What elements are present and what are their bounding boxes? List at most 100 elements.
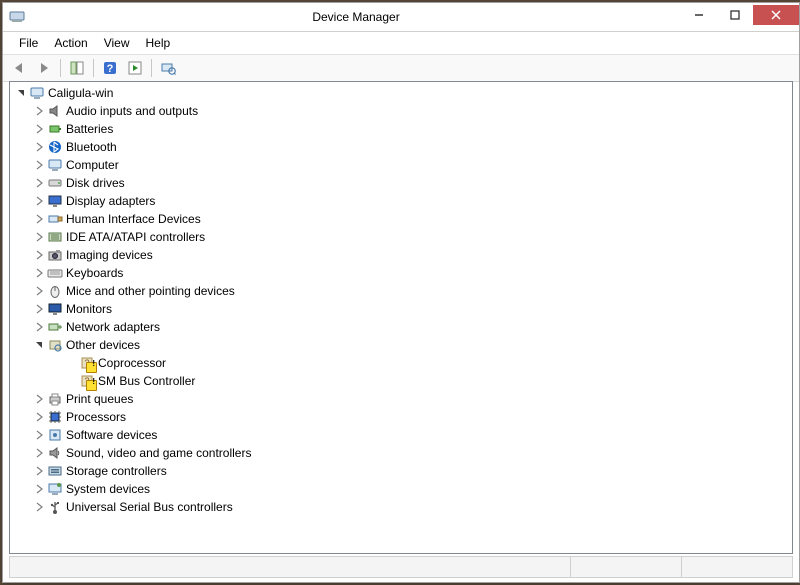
minimize-button[interactable] xyxy=(681,5,717,25)
device-tree[interactable]: Caligula-winAudio inputs and outputsBatt… xyxy=(9,81,793,554)
tree-device[interactable]: ?Coprocessor xyxy=(10,354,792,372)
tree-item-label: Human Interface Devices xyxy=(66,210,209,228)
menu-file[interactable]: File xyxy=(11,35,46,51)
expand-arrow-icon[interactable] xyxy=(32,392,46,406)
expand-arrow-icon[interactable] xyxy=(32,464,46,478)
tree-item-label: Print queues xyxy=(66,390,141,408)
tree-category[interactable]: Batteries xyxy=(10,120,792,138)
expand-arrow-icon[interactable] xyxy=(32,500,46,514)
expand-arrow-icon[interactable] xyxy=(32,212,46,226)
expand-arrow-icon[interactable] xyxy=(32,446,46,460)
tree-category[interactable]: Bluetooth xyxy=(10,138,792,156)
tree-item-label: SM Bus Controller xyxy=(98,372,203,390)
tree-category[interactable]: Print queues xyxy=(10,390,792,408)
computer-icon xyxy=(29,85,45,101)
expand-arrow-icon[interactable] xyxy=(32,104,46,118)
expand-arrow-icon[interactable] xyxy=(32,122,46,136)
expand-arrow-icon[interactable] xyxy=(32,410,46,424)
tree-category[interactable]: Other devices xyxy=(10,336,792,354)
collapse-arrow-icon[interactable] xyxy=(32,338,46,352)
tree-category[interactable]: Sound, video and game controllers xyxy=(10,444,792,462)
back-arrow-icon xyxy=(11,60,27,76)
toolbar-back-button[interactable] xyxy=(7,56,31,80)
expand-arrow-icon[interactable] xyxy=(32,428,46,442)
tree-category[interactable]: Imaging devices xyxy=(10,246,792,264)
tree-category[interactable]: IDE ATA/ATAPI controllers xyxy=(10,228,792,246)
expand-arrow-icon[interactable] xyxy=(32,176,46,190)
tree-device[interactable]: ? SM Bus Controller xyxy=(10,372,792,390)
expand-arrow-icon[interactable] xyxy=(32,284,46,298)
tree-category[interactable]: Computer xyxy=(10,156,792,174)
close-button[interactable] xyxy=(753,5,799,25)
tree-item-label: Storage controllers xyxy=(66,462,175,480)
status-bar xyxy=(9,556,793,578)
window-title: Device Manager xyxy=(31,10,681,24)
expand-arrow-icon[interactable] xyxy=(32,140,46,154)
toolbar-show-hide-button[interactable] xyxy=(65,56,89,80)
tree-item-label: Mice and other pointing devices xyxy=(66,282,243,300)
tree-item-label: Display adapters xyxy=(66,192,163,210)
tree-category[interactable]: Disk drives xyxy=(10,174,792,192)
menu-view[interactable]: View xyxy=(96,35,138,51)
action-pane-icon xyxy=(127,60,143,76)
toolbar: ? xyxy=(3,55,799,82)
expand-arrow-icon[interactable] xyxy=(32,320,46,334)
tree-category[interactable]: Software devices xyxy=(10,426,792,444)
expand-arrow-icon[interactable] xyxy=(32,194,46,208)
collapse-arrow-icon[interactable] xyxy=(14,86,28,100)
tree-category[interactable]: Processors xyxy=(10,408,792,426)
tree-category[interactable]: Monitors xyxy=(10,300,792,318)
tree-category[interactable]: Human Interface Devices xyxy=(10,210,792,228)
expand-arrow-icon[interactable] xyxy=(32,266,46,280)
tree-category[interactable]: Mice and other pointing devices xyxy=(10,282,792,300)
tree-category[interactable]: Keyboards xyxy=(10,264,792,282)
expand-arrow-icon[interactable] xyxy=(32,158,46,172)
toolbar-separator xyxy=(60,59,61,77)
tree-item-label: Processors xyxy=(66,408,134,426)
forward-arrow-icon xyxy=(36,60,52,76)
scan-hardware-icon xyxy=(160,60,176,76)
expand-arrow-icon[interactable] xyxy=(32,482,46,496)
sound-controller-icon xyxy=(47,445,63,461)
unknown-device-icon: ? xyxy=(79,373,95,389)
tree-category[interactable]: System devices xyxy=(10,480,792,498)
hid-icon xyxy=(47,211,63,227)
expand-arrow-icon[interactable] xyxy=(32,248,46,262)
tree-item-label: Monitors xyxy=(66,300,120,318)
help-icon: ? xyxy=(102,60,118,76)
tree-root[interactable]: Caligula-win xyxy=(10,84,792,102)
maximize-button[interactable] xyxy=(717,5,753,25)
toolbar-separator xyxy=(151,59,152,77)
expand-arrow-icon[interactable] xyxy=(32,230,46,244)
tree-category[interactable]: Display adapters xyxy=(10,192,792,210)
toolbar-separator xyxy=(93,59,94,77)
tree-item-label: Caligula-win xyxy=(48,84,121,102)
software-device-icon xyxy=(47,427,63,443)
toolbar-scan-button[interactable] xyxy=(156,56,180,80)
tree-item-label: Keyboards xyxy=(66,264,131,282)
toolbar-forward-button[interactable] xyxy=(32,56,56,80)
tree-item-label: Computer xyxy=(66,156,127,174)
menu-help[interactable]: Help xyxy=(138,35,179,51)
menu-action[interactable]: Action xyxy=(46,35,95,51)
tree-item-label: System devices xyxy=(66,480,158,498)
expand-arrow-icon[interactable] xyxy=(32,302,46,316)
tree-item-label: Coprocessor xyxy=(98,354,174,372)
svg-text:?: ? xyxy=(84,376,89,386)
tree-category[interactable]: Network adapters xyxy=(10,318,792,336)
tree-category[interactable]: Universal Serial Bus controllers xyxy=(10,498,792,516)
system-device-icon xyxy=(47,481,63,497)
monitor-icon xyxy=(47,301,63,317)
window-buttons xyxy=(681,5,799,25)
tree-item-label: Sound, video and game controllers xyxy=(66,444,259,462)
unknown-device-icon: ? xyxy=(79,355,95,371)
toolbar-help-button[interactable]: ? xyxy=(98,56,122,80)
tree-category[interactable]: Audio inputs and outputs xyxy=(10,102,792,120)
tree-category[interactable]: Storage controllers xyxy=(10,462,792,480)
tree-item-label: IDE ATA/ATAPI controllers xyxy=(66,228,213,246)
processor-icon xyxy=(47,409,63,425)
show-hide-tree-icon xyxy=(69,60,85,76)
status-cell xyxy=(10,557,570,577)
device-manager-window: Device Manager File Action View Help ? C… xyxy=(2,2,800,583)
toolbar-action-button[interactable] xyxy=(123,56,147,80)
